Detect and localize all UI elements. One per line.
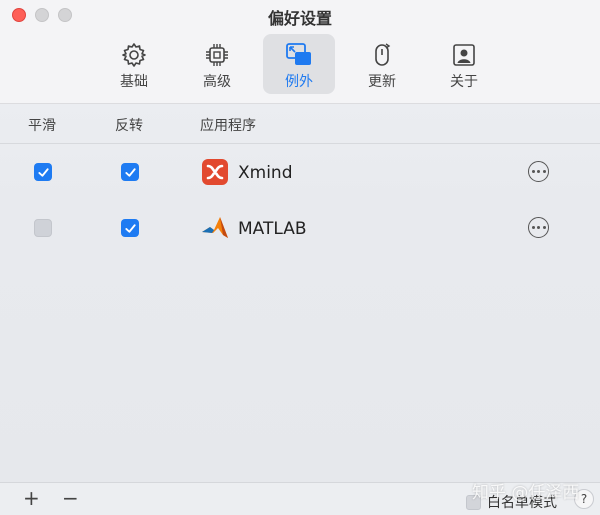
title-bar: 偏好设置 基础 高级 例外 更新 关于 <box>0 0 600 104</box>
table-header: 平滑 反转 应用程序 <box>0 104 600 144</box>
tab-basic[interactable]: 基础 <box>98 34 170 94</box>
remove-app-button[interactable]: − <box>62 486 79 510</box>
tab-label: 基础 <box>120 74 148 90</box>
xmind-icon <box>202 159 228 185</box>
more-options-button[interactable] <box>528 161 549 182</box>
reverse-checkbox[interactable] <box>121 163 139 181</box>
add-app-button[interactable]: + <box>23 486 40 510</box>
tab-label: 更新 <box>368 74 396 90</box>
app-name: MATLAB <box>238 219 307 239</box>
app-name: Xmind <box>238 163 293 183</box>
footer-bar: + − 白名单模式 ? <box>0 482 600 515</box>
column-header-application[interactable]: 应用程序 <box>200 115 256 135</box>
tab-exceptions[interactable]: 例外 <box>263 34 335 94</box>
chip-icon <box>206 44 228 66</box>
person-card-icon <box>453 44 475 66</box>
tab-label: 高级 <box>203 74 231 90</box>
help-button[interactable]: ? <box>574 489 594 509</box>
whitelist-mode-toggle[interactable]: 白名单模式 <box>466 492 557 512</box>
update-icon <box>375 43 391 66</box>
window-title: 偏好设置 <box>267 9 332 28</box>
checkmark-icon <box>37 167 49 177</box>
more-options-button[interactable] <box>528 217 549 238</box>
table-row[interactable]: MATLAB <box>0 200 600 256</box>
tab-advanced[interactable]: 高级 <box>181 34 253 94</box>
checkmark-icon <box>124 167 136 177</box>
smooth-checkbox[interactable] <box>34 163 52 181</box>
tab-label: 例外 <box>285 74 313 90</box>
whitelist-label: 白名单模式 <box>487 495 557 511</box>
smooth-checkbox[interactable] <box>34 219 52 237</box>
table-row[interactable]: Xmind <box>0 144 600 200</box>
whitelist-checkbox[interactable] <box>466 494 481 510</box>
gear-icon <box>122 43 146 67</box>
tab-label: 关于 <box>450 74 478 90</box>
tab-about[interactable]: 关于 <box>428 34 500 94</box>
matlab-icon <box>202 217 228 238</box>
windows-icon <box>286 43 311 65</box>
tab-update[interactable]: 更新 <box>346 34 418 94</box>
preferences-window: 偏好设置 基础 高级 例外 更新 关于 平滑 反转 应用程序 Xmind MAT… <box>0 0 600 515</box>
reverse-checkbox[interactable] <box>121 219 139 237</box>
checkmark-icon <box>124 223 136 233</box>
toolbar-tabs: 基础 高级 例外 更新 关于 <box>0 34 600 96</box>
column-header-reverse[interactable]: 反转 <box>115 115 143 135</box>
column-header-smooth[interactable]: 平滑 <box>28 115 56 135</box>
